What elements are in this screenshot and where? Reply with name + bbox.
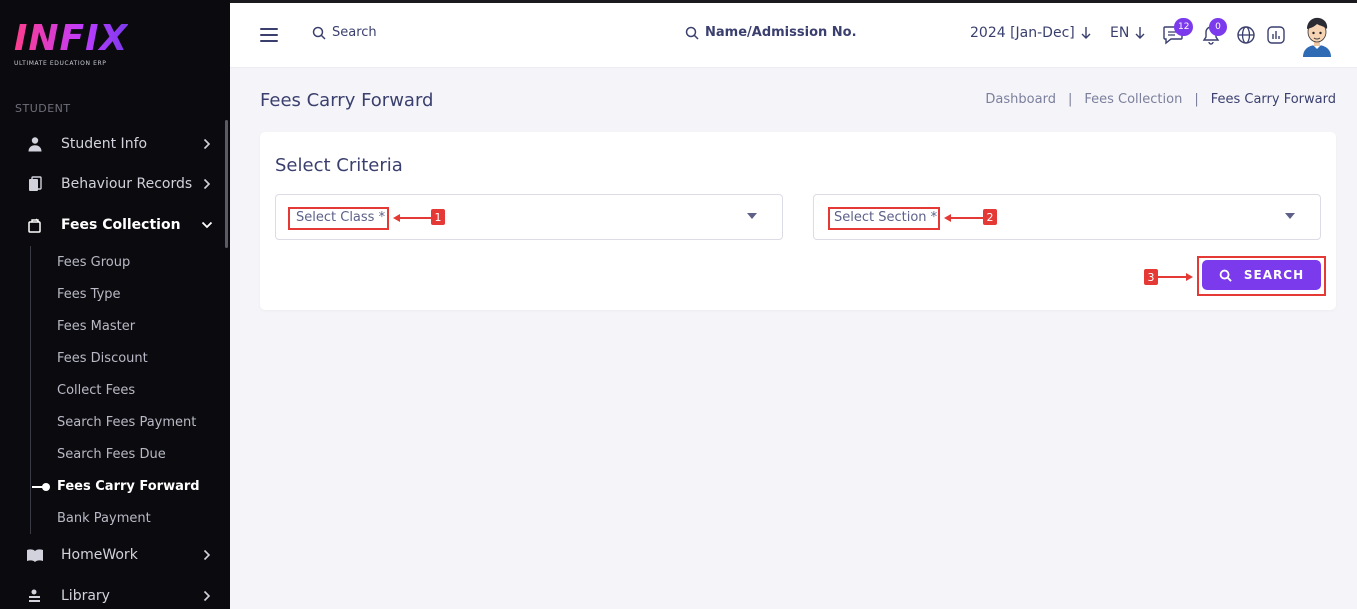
sidebar-section-label: STUDENT [15,102,71,115]
sidebar-item-library[interactable]: Library [0,578,225,609]
sidebar: INFIX ULTIMATE EDUCATION ERP STUDENT Stu… [0,0,230,609]
page-title: Fees Carry Forward [260,90,434,111]
logo-text: INFIX [14,18,129,59]
breadcrumb-current: Fees Carry Forward [1210,92,1336,107]
academic-year-value: 2024 [Jan-Dec] [970,25,1075,41]
active-indicator-dot [42,483,50,491]
top-header: Search Name/Admission No. 2024 [Jan-Dec]… [230,3,1357,68]
annotation-line [1158,276,1186,278]
annotation-marker-3: 3 [1144,269,1158,285]
select-criteria-card: Select Criteria Select Class * Select Se… [260,132,1336,310]
search-icon [685,26,699,40]
globe-icon[interactable] [1235,24,1257,46]
submenu-item-fees-discount[interactable]: Fees Discount [57,351,148,366]
annotation-arrow [1186,273,1193,281]
language-value: EN [1110,25,1130,41]
search-icon [312,26,326,40]
breadcrumb-dashboard[interactable]: Dashboard [985,92,1056,107]
sidebar-item-label: Behaviour Records [61,176,193,192]
annotation-box-class [288,207,389,230]
annotation-marker-1: 1 [431,209,445,225]
menu-toggle-icon[interactable] [260,28,278,42]
logo-tagline: ULTIMATE EDUCATION ERP [14,60,107,67]
global-search-label: Search [332,25,377,40]
annotation-line [950,217,983,219]
arrow-down-icon [1081,27,1091,39]
sidebar-item-fees-collection[interactable]: Fees Collection [0,207,225,243]
chevron-down-icon [200,218,214,232]
avatar[interactable] [1300,15,1334,57]
chevron-right-icon [200,177,214,191]
submenu-item-fees-carry-forward[interactable]: Fees Carry Forward [57,479,200,494]
sidebar-item-label: Fees Collection [61,217,181,233]
annotation-box-search [1197,256,1326,296]
submenu-item-fees-group[interactable]: Fees Group [57,255,130,270]
notifications-badge: 0 [1209,18,1227,36]
chevron-right-icon [200,589,214,603]
report-icon[interactable] [1265,24,1287,46]
breadcrumb-separator: | [1067,92,1073,107]
submenu-item-search-fees-due[interactable]: Search Fees Due [57,447,166,462]
library-icon [26,587,44,605]
admission-search[interactable]: Name/Admission No. [685,25,857,40]
global-search[interactable]: Search [312,25,377,40]
caret-down-icon [747,213,757,219]
sidebar-scrollbar[interactable] [225,120,228,248]
messages-badge: 12 [1174,18,1194,36]
admission-search-label: Name/Admission No. [705,25,857,40]
arrow-down-icon [1135,27,1145,39]
academic-year-selector[interactable]: 2024 [Jan-Dec] [970,25,1091,41]
submenu-item-bank-payment[interactable]: Bank Payment [57,511,151,526]
submenu-item-search-fees-payment[interactable]: Search Fees Payment [57,415,196,430]
sidebar-item-homework[interactable]: HomeWork [0,537,225,573]
sidebar-item-label: Student Info [61,136,148,152]
sidebar-item-behaviour-records[interactable]: Behaviour Records [0,166,225,202]
annotation-marker-2: 2 [983,209,997,225]
user-icon [26,135,44,153]
annotation-line [399,217,431,219]
annotation-box-section [828,207,940,230]
breadcrumb-separator: | [1194,92,1199,107]
logo[interactable]: INFIX ULTIMATE EDUCATION ERP [14,18,129,68]
sidebar-item-student-info[interactable]: Student Info [0,126,225,162]
clipboard-icon [26,175,44,193]
language-selector[interactable]: EN [1110,25,1145,41]
sidebar-item-label: HomeWork [61,547,138,563]
chevron-right-icon [200,548,214,562]
sidebar-item-label: Library [61,588,110,604]
submenu-item-collect-fees[interactable]: Collect Fees [57,383,135,398]
submenu-item-fees-type[interactable]: Fees Type [57,287,121,302]
chevron-right-icon [200,137,214,151]
breadcrumb-fees-collection[interactable]: Fees Collection [1084,92,1182,107]
submenu-item-fees-master[interactable]: Fees Master [57,319,135,334]
card-title: Select Criteria [275,155,403,176]
caret-down-icon [1285,213,1295,219]
breadcrumb: Dashboard | Fees Collection | Fees Carry… [985,92,1336,107]
fees-icon [26,216,44,234]
book-icon [26,546,44,564]
